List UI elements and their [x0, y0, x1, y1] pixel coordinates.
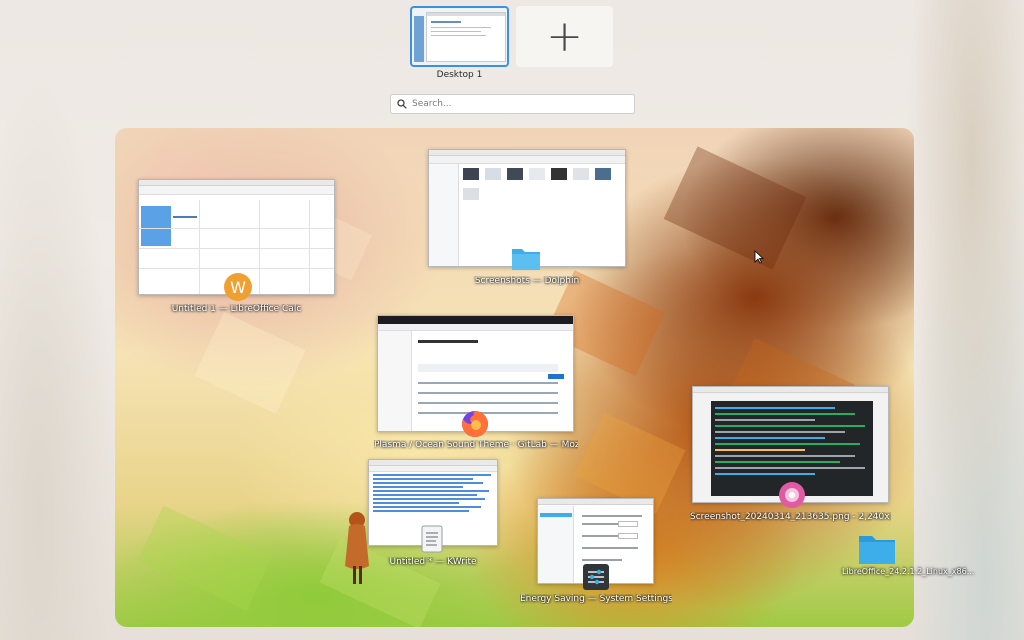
desktop-folder-icon[interactable]: [858, 532, 896, 566]
plus-icon: +: [546, 10, 583, 62]
window-caption-image-viewer: Screenshot_20240314_213635.png - 2,240x1…: [690, 512, 891, 522]
window-caption-firefox: Plasma / Ocean Sound Theme · GitLab — Mo…: [374, 440, 578, 450]
desktop-label: Desktop 1: [436, 70, 483, 80]
kwrite-icon: [421, 525, 443, 553]
firefox-icon: [462, 411, 488, 437]
svg-text:W: W: [230, 278, 246, 297]
desktop-thumbnail-1[interactable]: [410, 6, 509, 67]
window-caption-dolphin: Screenshots — Dolphin: [474, 276, 580, 286]
libreoffice-calc-icon: W: [224, 273, 252, 301]
window-caption-system-settings: Energy Saving — System Settings: [520, 594, 672, 604]
image-viewer-icon: [779, 482, 805, 508]
desktop-folder-label: LibreOffice_24.2.1.2_Linux_x86...: [842, 567, 975, 576]
search-icon: [397, 99, 407, 109]
backdrop-left: [0, 0, 130, 640]
search-input[interactable]: [412, 99, 622, 109]
wallpaper-figure: [345, 512, 369, 584]
add-desktop-button[interactable]: +: [516, 6, 613, 67]
mouse-cursor-icon: [754, 250, 764, 264]
window-caption-kwrite: Untitled * — KWrite: [389, 557, 477, 567]
folder-icon: [512, 249, 540, 270]
window-caption-calc: Untitled 1 — LibreOffice Calc: [171, 304, 302, 314]
system-settings-icon: [583, 564, 609, 590]
search-box[interactable]: [390, 94, 635, 114]
